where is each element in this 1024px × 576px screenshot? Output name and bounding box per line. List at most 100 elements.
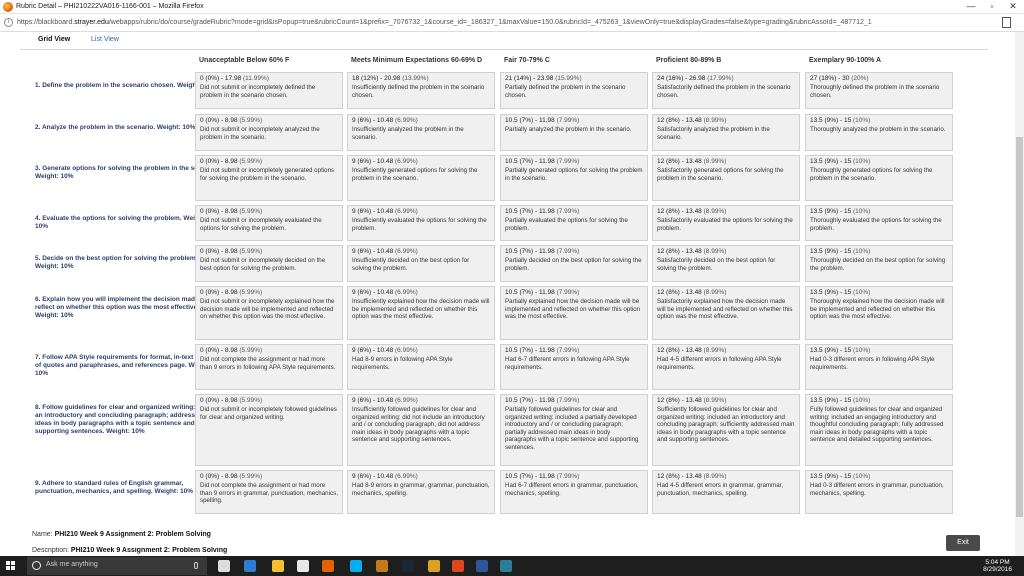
cell-description: Partially decided on the best option for… <box>505 257 642 272</box>
cell-description: Insufficiently analyzed the problem in t… <box>352 126 464 141</box>
clock[interactable]: 5:04 PM 8/29/2016 <box>983 559 1012 573</box>
app-icon[interactable] <box>376 560 388 572</box>
rubric-cell: 12 (8%) - 13.48 (8.99%) Satisfactorily ex… <box>652 286 800 340</box>
cell-score: 9 (6%) - 10.48 (6.99%) <box>352 397 418 404</box>
scrollbar[interactable] <box>1015 32 1024 556</box>
rubric-cell: 0 (0%) - 8.98 (5.99%) Did not submit or i… <box>195 155 343 201</box>
rubric-cell: 12 (8%) - 13.48 (8.99%) Satisfactorily ge… <box>652 155 800 201</box>
cell-score: 9 (6%) - 10.48 (6.99%) <box>352 208 418 215</box>
cell-score: 9 (6%) - 10.48 (6.99%) <box>352 248 418 255</box>
firefox-icon[interactable] <box>322 560 334 572</box>
rubric-cell: 27 (18%) - 30 (20%) Thoroughly defined th… <box>805 72 953 109</box>
url-text[interactable]: https://blackboard.strayer.edu/webapps/r… <box>17 17 977 29</box>
cell-description: Thoroughly decided on the best option fo… <box>810 257 946 272</box>
scrollbar-thumb[interactable] <box>1016 137 1023 517</box>
firefox-logo-icon <box>3 2 13 12</box>
edge-icon[interactable] <box>244 560 256 572</box>
cell-description: Fully followed guidelines for clear and … <box>810 406 944 444</box>
rubric-cell: 13.5 (9%) - 15 (10%) Thoroughly generated… <box>805 155 953 201</box>
tab-list-view[interactable]: List View <box>91 36 119 43</box>
cell-description: Did not submit or incompletely analyzed … <box>200 126 320 141</box>
rubric-cell: 0 (0%) - 17.98 (11.99%) Did not submit or… <box>195 72 343 109</box>
cell-score: 12 (8%) - 13.48 (8.99%) <box>657 347 727 354</box>
cell-description: Partially defined the problem in the sce… <box>505 84 626 99</box>
rubric-cell: 24 (16%) - 26.98 (17.99%) Satisfactorily … <box>652 72 800 109</box>
reader-view-icon[interactable] <box>1002 17 1011 28</box>
close-button[interactable]: ✕ <box>1004 0 1022 13</box>
rubric-cell: 10.5 (7%) - 11.98 (7.99%) Partially expla… <box>500 286 648 340</box>
cell-score: 13.5 (9%) - 15 (10%) <box>810 473 871 480</box>
cell-description: Thoroughly evaluated the options for sol… <box>810 217 942 232</box>
rubric-description: Description: PHI210 Week 9 Assignment 2:… <box>32 547 228 554</box>
cell-score: 13.5 (9%) - 15 (10%) <box>810 158 871 165</box>
cell-score: 13.5 (9%) - 15 (10%) <box>810 347 871 354</box>
cell-score: 0 (0%) - 8.98 (5.99%) <box>200 347 263 354</box>
microphone-icon[interactable] <box>194 562 198 569</box>
folder-icon[interactable] <box>428 560 440 572</box>
rubric-cell: 0 (0%) - 8.98 (5.99%) Did not submit or i… <box>195 394 343 466</box>
task-view-icon[interactable] <box>218 560 230 572</box>
skype-icon[interactable] <box>350 560 362 572</box>
cell-score: 12 (8%) - 13.48 (8.99%) <box>657 397 727 404</box>
rubric-cell: 10.5 (7%) - 11.98 (7.99%) Partially analy… <box>500 114 648 151</box>
rubric-cell: 9 (6%) - 10.48 (6.99%) Insufficiently ana… <box>347 114 495 151</box>
cell-description: Had 8-9 errors in grammar, grammar, punc… <box>352 482 490 497</box>
tab-grid-view[interactable]: Grid View <box>38 36 70 43</box>
cell-description: Thoroughly generated options for solving… <box>810 167 933 182</box>
cell-description: Partially generated options for solving … <box>505 167 643 182</box>
cell-description: Had 4-5 different errors in grammar, gra… <box>657 482 784 497</box>
cell-score: 10.5 (7%) - 11.98 (7.99%) <box>505 158 580 165</box>
cell-score: 12 (8%) - 13.48 (8.99%) <box>657 289 727 296</box>
cell-description: Thoroughly explained how the decision ma… <box>810 298 945 321</box>
exit-button[interactable]: Exit <box>946 535 980 551</box>
taskbar-search[interactable]: Ask me anything <box>27 557 207 575</box>
rubric-cell: 13.5 (9%) - 15 (10%) Had 0-3 different er… <box>805 344 953 390</box>
cell-score: 0 (0%) - 17.98 (11.99%) <box>200 75 269 82</box>
column-header: Meets Minimum Expectations 60-69% D <box>351 57 483 64</box>
rubric-cell: 9 (6%) - 10.48 (6.99%) Insufficiently dec… <box>347 245 495 282</box>
file-explorer-icon[interactable] <box>272 560 284 572</box>
tab-divider <box>20 49 988 50</box>
url-domain: strayer.edu <box>74 19 109 26</box>
cell-score: 27 (18%) - 30 (20%) <box>810 75 869 82</box>
store-icon[interactable] <box>297 560 309 572</box>
rubric-cell: 21 (14%) - 23.98 (15.99%) Partially defin… <box>500 72 648 109</box>
app-icon-2[interactable] <box>452 560 464 572</box>
maximize-button[interactable]: ▫ <box>983 0 1001 13</box>
cell-description: Did not submit or incompletely followed … <box>200 406 337 421</box>
rubric-cell: 12 (8%) - 13.48 (8.99%) Satisfactorily de… <box>652 245 800 282</box>
rubric-cell: 12 (8%) - 13.48 (8.99%) Had 4-5 different… <box>652 470 800 514</box>
criterion-label: 6. Explain how you will implement the de… <box>35 296 212 319</box>
rubric-cell: 12 (8%) - 13.48 (8.99%) Sufficiently foll… <box>652 394 800 466</box>
rubric-grid: Unacceptable Below 60% F Meets Minimum Ex… <box>26 54 987 522</box>
criterion-label: 3. Generate options for solving the prob… <box>35 165 220 180</box>
rubric-cell: 10.5 (7%) - 11.98 (7.99%) Had 6-7 differe… <box>500 344 648 390</box>
rubric-name-value: PHI210 Week 9 Assignment 2: Problem Solv… <box>54 531 211 538</box>
rubric-cell: 9 (6%) - 10.48 (6.99%) Insufficiently fol… <box>347 394 495 466</box>
rubric-cell: 0 (0%) - 8.98 (5.99%) Did not submit or i… <box>195 286 343 340</box>
rubric-cell: 9 (6%) - 10.48 (6.99%) Insufficiently gen… <box>347 155 495 201</box>
rubric-cell: 12 (8%) - 13.48 (8.99%) Satisfactorily an… <box>652 114 800 151</box>
address-bar[interactable]: i https://blackboard.strayer.edu/webapps… <box>0 14 1024 32</box>
cell-description: Had 4-5 different errors in following AP… <box>657 356 782 371</box>
cell-score: 10.5 (7%) - 11.98 (7.99%) <box>505 208 580 215</box>
cell-description: Satisfactorily analyzed the problem in t… <box>657 126 770 141</box>
cell-description: Thoroughly analyzed the problem in the s… <box>810 126 946 133</box>
minimize-button[interactable]: — <box>962 0 980 13</box>
windows-start-icon[interactable] <box>6 561 16 571</box>
column-header: Unacceptable Below 60% F <box>199 57 290 64</box>
steam-icon[interactable] <box>402 560 414 572</box>
cell-description: Partially followed guidelines for clear … <box>505 406 639 451</box>
cell-description: Had 6-7 different errors in following AP… <box>505 356 630 371</box>
cell-description: Satisfactorily evaluated the options for… <box>657 217 793 232</box>
column-header: Exemplary 90-100% A <box>809 57 882 64</box>
site-info-icon[interactable]: i <box>4 18 13 27</box>
word-icon[interactable] <box>476 560 488 572</box>
criterion-label: 1. Define the problem in the scenario ch… <box>35 82 216 89</box>
rubric-cell: 18 (12%) - 20.98 (13.99%) Insufficiently … <box>347 72 495 109</box>
rubric-cell: 9 (6%) - 10.48 (6.99%) Insufficiently exp… <box>347 286 495 340</box>
rubric-cell: 13.5 (9%) - 15 (10%) Thoroughly explained… <box>805 286 953 340</box>
app-icon-3[interactable] <box>500 560 512 572</box>
cell-description: Did not complete the assignment or had m… <box>200 356 336 371</box>
rubric-cell: 9 (6%) - 10.48 (6.99%) Insufficiently eva… <box>347 205 495 241</box>
